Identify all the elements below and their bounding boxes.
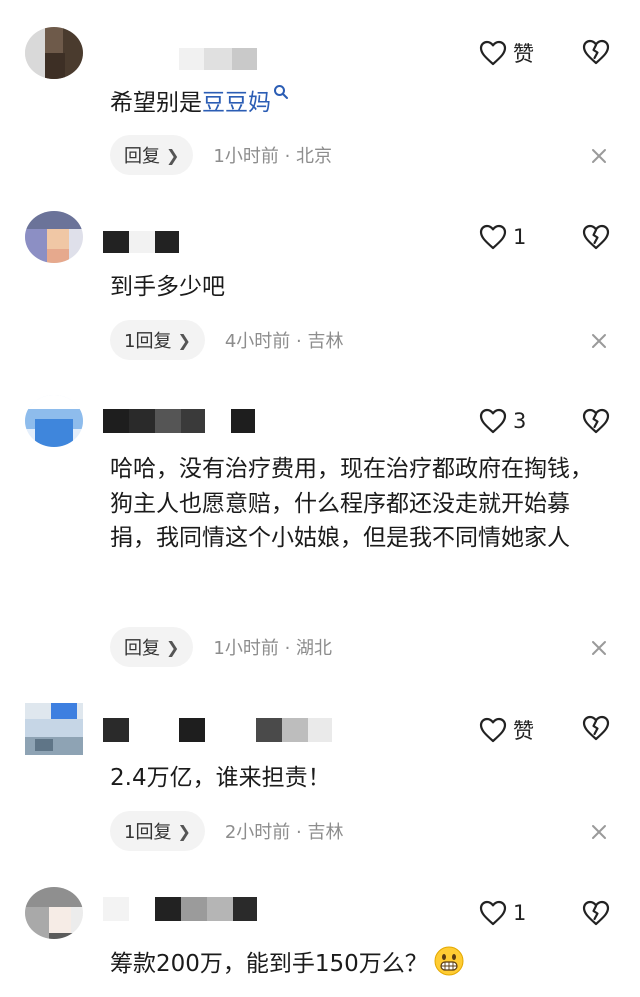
- reply-button[interactable]: 1回复 ❯: [110, 811, 205, 851]
- heart-outline-icon: [479, 408, 507, 434]
- like-count: 1: [513, 901, 527, 925]
- mention-link[interactable]: 豆豆妈: [202, 90, 271, 116]
- like-button[interactable]: 1: [479, 900, 526, 926]
- search-icon[interactable]: [273, 84, 289, 102]
- heart-outline-icon: [479, 224, 507, 250]
- timestamp-location: 4小时前 · 吉林: [224, 331, 344, 352]
- comment-meta: 回复 ❯ 1小时前 · 湖北: [110, 627, 332, 667]
- like-count: 赞: [513, 719, 534, 743]
- close-icon[interactable]: [589, 146, 609, 166]
- comment-text: 筹款200万，能到手150万么？: [110, 946, 620, 981]
- chevron-right-icon: ❯: [166, 637, 180, 657]
- avatar[interactable]: [25, 703, 83, 755]
- timestamp-location: 1小时前 · 北京: [213, 146, 333, 167]
- like-count: 1: [513, 225, 527, 249]
- broken-heart-icon[interactable]: [581, 714, 611, 742]
- broken-heart-icon[interactable]: [581, 899, 611, 927]
- grinning-face-icon: [434, 946, 464, 976]
- chevron-right-icon: ❯: [166, 145, 180, 165]
- chevron-right-icon: ❯: [177, 330, 191, 350]
- comment-meta: 1回复 ❯ 4小时前 · 吉林: [110, 320, 343, 360]
- close-icon[interactable]: [589, 331, 609, 351]
- heart-outline-icon: [479, 900, 507, 926]
- avatar[interactable]: [25, 27, 83, 79]
- like-button[interactable]: 3: [479, 408, 526, 434]
- reply-button[interactable]: 1回复 ❯: [110, 320, 205, 360]
- broken-heart-icon[interactable]: [581, 407, 611, 435]
- avatar[interactable]: [25, 211, 83, 263]
- like-button[interactable]: 赞: [479, 715, 534, 745]
- like-count: 3: [513, 409, 527, 433]
- heart-outline-icon: [479, 40, 507, 66]
- comment-text: 哈哈，没有治疗费用，现在治疗都政府在掏钱，狗主人也愿意赔，什么程序都还没走就开始…: [110, 456, 593, 551]
- comment-text: 到手多少吧: [110, 274, 225, 300]
- close-icon[interactable]: [589, 822, 609, 842]
- close-icon[interactable]: [589, 638, 609, 658]
- avatar[interactable]: [25, 395, 83, 447]
- avatar[interactable]: [25, 887, 83, 939]
- broken-heart-icon[interactable]: [581, 38, 611, 66]
- like-button[interactable]: 赞: [479, 38, 534, 68]
- like-count: 赞: [513, 42, 534, 66]
- like-button[interactable]: 1: [479, 224, 526, 250]
- timestamp-location: 1小时前 · 湖北: [213, 638, 333, 659]
- comment-text: 2.4万亿，谁来担责！: [110, 765, 331, 791]
- reply-button[interactable]: 回复 ❯: [110, 627, 194, 667]
- broken-heart-icon[interactable]: [581, 223, 611, 251]
- timestamp-location: 2小时前 · 吉林: [224, 822, 344, 843]
- reply-button[interactable]: 回复 ❯: [110, 135, 194, 175]
- chevron-right-icon: ❯: [177, 821, 191, 841]
- heart-outline-icon: [479, 717, 507, 743]
- comment-meta: 回复 ❯ 1小时前 · 北京: [110, 135, 332, 175]
- comment-text: 希望别是豆豆妈: [110, 84, 620, 120]
- comment-meta: 1回复 ❯ 2小时前 · 吉林: [110, 811, 343, 851]
